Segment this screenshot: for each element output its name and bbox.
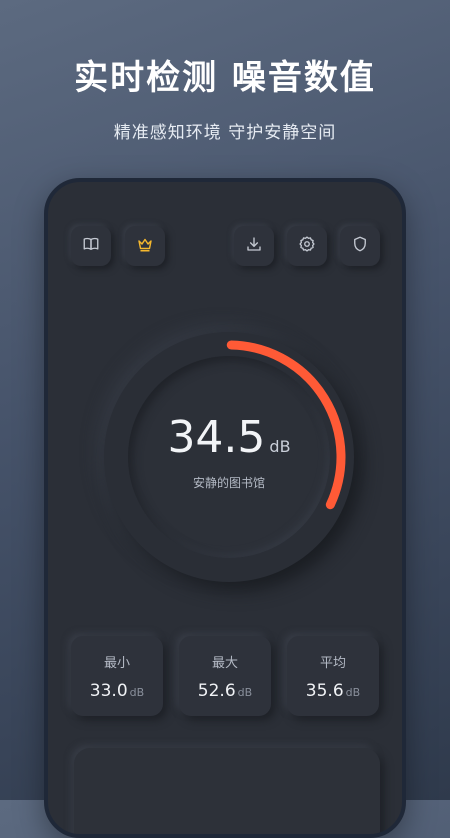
download-icon <box>245 235 263 257</box>
download-button[interactable] <box>234 226 274 266</box>
noise-gauge: 34.5 dB 安静的图书馆 <box>104 332 354 582</box>
noise-level-label: 安静的图书馆 <box>192 476 265 490</box>
stat-min-unit: dB <box>129 686 145 699</box>
promo-subtitle: 精准感知环境 守护安静空间 <box>113 123 337 143</box>
stat-max-unit: dB <box>237 686 253 699</box>
current-db-unit: dB <box>269 437 291 456</box>
shield-icon <box>351 235 369 257</box>
gear-icon <box>298 235 316 257</box>
book-button[interactable] <box>71 226 111 266</box>
settings-button[interactable] <box>287 226 327 266</box>
stat-avg-value: 35.6 <box>305 681 344 701</box>
book-icon <box>82 235 100 257</box>
privacy-button[interactable] <box>340 226 380 266</box>
stat-avg-unit: dB <box>345 686 361 699</box>
current-reading: 34.5 dB <box>104 412 354 463</box>
stat-min-value: 33.0 <box>89 681 128 701</box>
stat-max: 最大 52.6 dB <box>179 636 271 716</box>
stat-max-value: 52.6 <box>197 681 236 701</box>
history-panel <box>74 748 380 834</box>
stat-max-title: 最大 <box>211 656 238 671</box>
stat-min-title: 最小 <box>103 656 130 671</box>
promo-title: 实时检测 噪音数值 <box>74 58 376 98</box>
stat-avg: 平均 35.6 dB <box>287 636 379 716</box>
current-db-value: 34.5 <box>167 412 266 463</box>
stat-min: 最小 33.0 dB <box>71 636 163 716</box>
crown-icon <box>136 235 154 257</box>
premium-button[interactable] <box>125 226 165 266</box>
phone-screen: 34.5 dB 安静的图书馆 最小 33.0 dB 最大 52.6 dB 平均 35.… <box>44 178 406 838</box>
stat-avg-title: 平均 <box>319 656 346 671</box>
